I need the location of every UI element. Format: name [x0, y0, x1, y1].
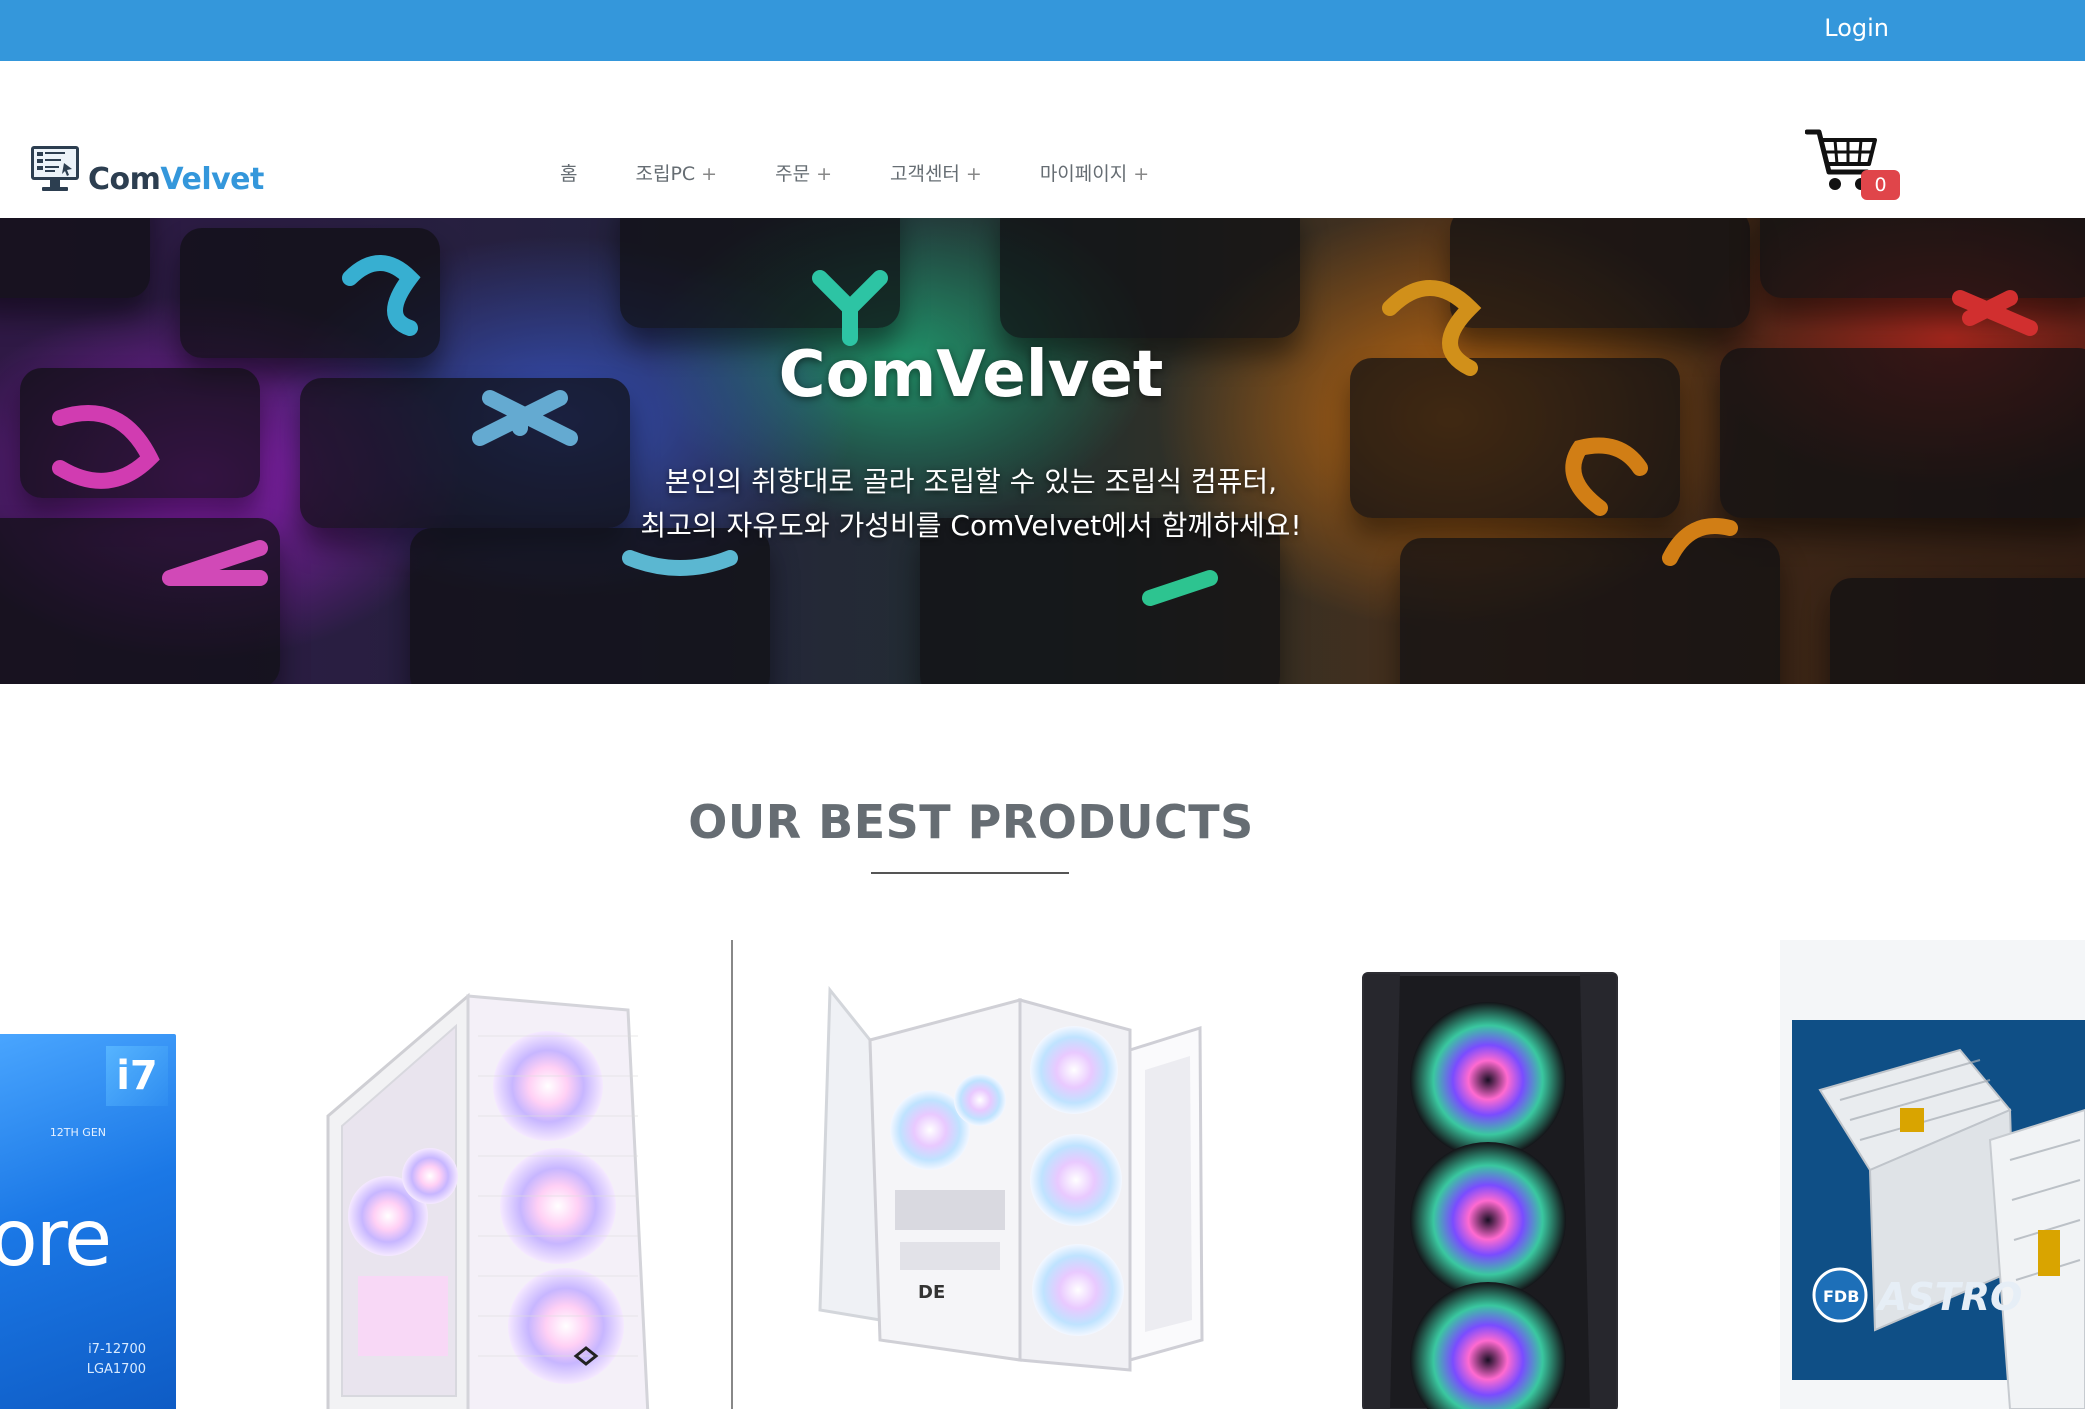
cpu-model-line1: i7-12700 — [88, 1342, 146, 1357]
main-nav: 홈 조립PC + 주문 + 고객센터 + 마이페이지 + — [560, 159, 1207, 186]
nav-item-home[interactable]: 홈 — [560, 159, 577, 186]
product-card-pc-case-2[interactable]: DE — [800, 980, 1220, 1380]
brand-name-part2: Velvet — [160, 162, 264, 197]
cpu-model-text: i7-12700 LGA1700 — [87, 1340, 146, 1380]
product-card-pc-case-3[interactable] — [1360, 970, 1620, 1409]
plus-icon: + — [701, 163, 718, 185]
cpu-model-line2: LGA1700 — [86, 1362, 146, 1377]
carousel-divider — [731, 940, 733, 1409]
brand-name-part1: Com — [88, 162, 161, 197]
case-brand-logo: DE — [918, 1282, 945, 1303]
cart-count-badge: 0 — [1861, 170, 1900, 200]
nav-item-assembled-pc[interactable]: 조립PC + — [635, 159, 717, 186]
plus-icon: + — [1133, 163, 1150, 185]
cpu-badge: i7 — [106, 1046, 168, 1106]
product-card-psu[interactable]: FDB ASTRO — [1780, 940, 2085, 1409]
brand-logo[interactable]: ComVelvet — [30, 145, 264, 195]
section-title: OUR BEST PRODUCTS — [688, 795, 1254, 849]
top-bar: Login — [0, 0, 2085, 61]
pc-case-image — [326, 992, 650, 1409]
nav-item-label: 마이페이지 — [1039, 163, 1128, 185]
pc-case-image — [1362, 972, 1618, 1409]
psu-astro-label: ASTRO — [1875, 1275, 2022, 1319]
cart-button[interactable]: 0 — [1804, 128, 1900, 200]
nav-item-label: 홈 — [560, 163, 578, 185]
hero-title: ComVelvet — [778, 338, 1164, 412]
nav-item-customer-center[interactable]: 고객센터 + — [890, 159, 982, 186]
hero-subtitle-line2: 최고의 자유도와 가성비를 ComVelvet에서 함께하세요! — [640, 509, 1302, 542]
nav-item-mypage[interactable]: 마이페이지 + — [1040, 159, 1149, 186]
psu-fdb-label: FDB — [1823, 1287, 1859, 1306]
nav-item-label: 고객센터 — [889, 163, 960, 185]
nav-item-order[interactable]: 주문 + — [775, 159, 832, 186]
hero-subtitle-line1: 본인의 취향대로 골라 조립할 수 있는 조립식 컴퓨터, — [664, 465, 1278, 498]
products-carousel: i7 12TH GEN ore i7-12700 LGA1700 DE FDB … — [0, 940, 2085, 1409]
plus-icon: + — [965, 163, 982, 185]
cpu-brand-text: ore — [0, 1194, 112, 1284]
nav-item-label: 주문 — [775, 163, 811, 185]
cpu-gen-label: 12TH GEN — [49, 1126, 106, 1139]
header: ComVelvet 홈 조립PC + 주문 + 고객센터 + 마이페이지 + 0 — [0, 61, 2085, 218]
section-title-underline — [871, 872, 1069, 874]
hero-banner: ComVelvet 본인의 취향대로 골라 조립할 수 있는 조립식 컴퓨터, … — [0, 218, 2085, 684]
computer-monitor-icon — [31, 146, 79, 191]
product-card-pc-case-1[interactable] — [318, 976, 658, 1409]
login-link[interactable]: Login — [1824, 14, 1889, 42]
pc-case-image: DE — [818, 985, 1204, 1372]
nav-item-label: 조립PC — [635, 163, 696, 185]
psu-box-image: FDB ASTRO — [1780, 940, 2085, 1409]
hero-overlay — [0, 218, 2085, 684]
brand-name: ComVelvet — [88, 165, 264, 195]
plus-icon: + — [816, 163, 832, 185]
product-card-cpu[interactable]: i7 12TH GEN ore i7-12700 LGA1700 — [0, 1034, 176, 1409]
